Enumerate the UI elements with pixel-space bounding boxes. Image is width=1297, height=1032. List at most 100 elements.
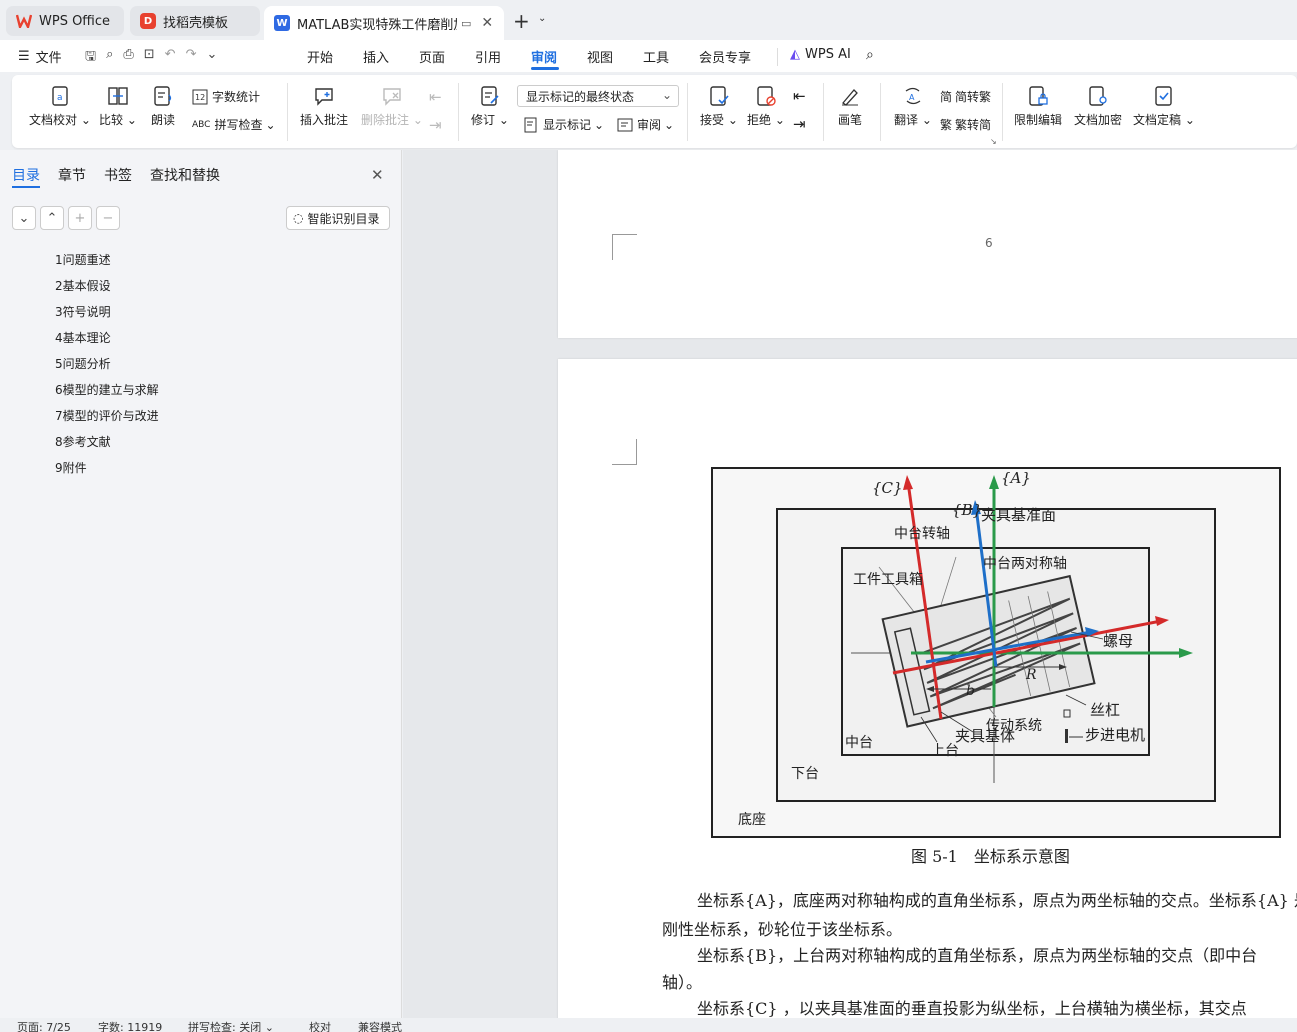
file-menu[interactable]: ☰ 文件 <box>18 47 62 66</box>
prev-comment-icon[interactable]: ⇤ <box>429 88 442 106</box>
undo-icon[interactable]: ↶ <box>165 47 176 69</box>
close-icon[interactable]: ✕ <box>371 166 384 184</box>
encrypt-button[interactable]: 文档加密 <box>1074 85 1122 128</box>
close-icon[interactable]: ✕ <box>481 15 493 31</box>
print-preview-icon[interactable]: ⊡ <box>144 47 155 69</box>
toc-item[interactable]: 7模型的评价与改进 <box>55 407 159 424</box>
reject-label: 拒绝 <box>747 113 772 127</box>
remove-heading-button[interactable]: − <box>96 206 120 230</box>
to-traditional-label: 简转繁 <box>955 90 992 104</box>
word-count-label: 字数统计 <box>212 90 261 104</box>
menu-tools[interactable]: 工具 <box>643 47 669 66</box>
label-frame-a: {A} <box>1001 469 1031 487</box>
body-paragraph-line: 刚性坐标系，砂轮位于该坐标系。 <box>662 920 903 939</box>
toc-item[interactable]: 3符号说明 <box>55 303 111 320</box>
toc-item[interactable]: 9附件 <box>55 459 87 476</box>
restrict-edit-button[interactable]: 限制编辑 <box>1014 85 1062 128</box>
search-icon[interactable]: ⌕ <box>866 47 874 63</box>
tab-find-replace[interactable]: 查找和替换 <box>150 165 220 185</box>
tab-toc[interactable]: 目录 <box>12 165 40 185</box>
spell-check-button[interactable]: ABC 拼写检查 ⌄ <box>192 116 276 133</box>
to-simplified-button[interactable]: 繁 繁转简 <box>940 116 991 133</box>
format-painter-icon[interactable]: ⌕ <box>106 47 113 69</box>
prev-change-icon[interactable]: ⇤ <box>793 87 806 105</box>
encrypt-icon <box>1089 86 1107 106</box>
expand-up-button[interactable]: ⌃ <box>40 206 64 230</box>
label-b: b <box>966 683 975 699</box>
label-lower: 下台 <box>791 766 819 782</box>
word-count-indicator[interactable]: 字数: 11919 <box>98 1019 162 1032</box>
toc-item[interactable]: 5问题分析 <box>55 355 111 372</box>
accept-button[interactable]: 接受 ⌄ <box>700 85 738 128</box>
tab-bookmarks[interactable]: 书签 <box>104 165 132 185</box>
translate-button[interactable]: A 翻译 ⌄ <box>894 85 932 128</box>
ribbon-divider <box>287 83 288 141</box>
pen-button[interactable]: 画笔 <box>838 85 862 128</box>
toc-item[interactable]: 2基本假设 <box>55 277 111 294</box>
add-heading-button[interactable]: + <box>68 206 92 230</box>
chevron-up-icon: ⌃ <box>46 210 58 226</box>
chevron-down-icon[interactable]: ⌄ <box>538 13 546 24</box>
to-traditional-button[interactable]: 简 简转繁 <box>940 88 991 105</box>
tab-docer[interactable]: D 找稻壳模板 <box>130 6 260 36</box>
toc-item[interactable]: 4基本理论 <box>55 329 111 346</box>
delete-comment-button[interactable]: 删除批注 ⌄ <box>361 85 423 128</box>
wps-ai-button[interactable]: ◭ WPS AI <box>790 47 851 62</box>
next-comment-icon[interactable]: ⇥ <box>429 116 442 134</box>
accept-icon <box>710 86 729 106</box>
monitor-icon[interactable]: ▭ <box>461 17 471 30</box>
simplified-icon: 简 <box>940 90 953 104</box>
tab-wps-office[interactable]: WPS Office <box>6 6 124 36</box>
finalize-button[interactable]: 文档定稿 ⌄ <box>1133 85 1195 128</box>
next-change-icon[interactable]: ⇥ <box>793 115 806 133</box>
collapse-all-button[interactable]: ⌄ <box>12 206 36 230</box>
menu-reference[interactable]: 引用 <box>475 47 501 66</box>
delete-comment-label: 删除批注 <box>361 113 410 127</box>
compare-label: 比较 <box>99 113 124 127</box>
show-markup-button[interactable]: 显示标记 ⌄ <box>523 116 604 133</box>
status-bar: 页面: 7/25 字数: 11919 拼写检查: 关闭 ⌄ 校对 兼容模式 <box>0 1018 1297 1032</box>
proofread-indicator[interactable]: 校对 <box>309 1019 331 1032</box>
word-count-button[interactable]: 12 字数统计 <box>192 88 260 105</box>
redo-icon[interactable]: ↷ <box>186 47 197 69</box>
page-indicator[interactable]: 页面: 7/25 <box>17 1019 71 1032</box>
doc-check-button[interactable]: a 文档校对 ⌄ <box>29 85 91 128</box>
read-aloud-button[interactable]: 朗读 <box>151 85 175 128</box>
compare-button[interactable]: 比较 ⌄ <box>99 85 137 128</box>
insert-comment-button[interactable]: 插入批注 <box>300 85 348 128</box>
tab-document[interactable]: W MATLAB实现特殊工件磨削加工 ▭ ✕ <box>264 6 504 40</box>
minus-icon: − <box>102 210 114 226</box>
menu-page[interactable]: 页面 <box>419 47 445 66</box>
label-fixture-plane: 夹具基准面 <box>981 506 1057 524</box>
toc-item[interactable]: 8参考文献 <box>55 433 111 450</box>
menu-vip[interactable]: 会员专享 <box>699 47 751 66</box>
ribbon-divider <box>687 83 688 141</box>
ribbon-divider <box>823 83 824 141</box>
delete-comment-icon <box>383 88 401 106</box>
menu-review[interactable]: 审阅 <box>531 47 557 66</box>
markup-state-select[interactable]: 显示标记的最终状态 ⌄ <box>517 85 679 107</box>
reject-button[interactable]: 拒绝 ⌄ <box>747 85 785 128</box>
chevron-down-icon[interactable]: ⌄ <box>206 47 217 69</box>
tab-label: MATLAB实现特殊工件磨削加工 <box>297 17 457 33</box>
menu-view[interactable]: 视图 <box>587 47 613 66</box>
document-canvas[interactable]: 6 {C} {A} {B} 夹具基准面 中台转轴 中台两对称轴 工件工具箱 螺母… <box>403 150 1297 1018</box>
new-tab-icon[interactable]: + <box>513 9 530 33</box>
menu-start[interactable]: 开始 <box>307 47 333 66</box>
active-menu-indicator <box>531 67 559 70</box>
page-number: 6 <box>985 236 993 250</box>
smart-toc-button[interactable]: ◌ 智能识别目录 <box>286 206 390 230</box>
save-icon[interactable]: 🖫 <box>85 47 96 69</box>
spell-check-indicator[interactable]: 拼写检查: 关闭 ⌄ <box>188 1019 274 1032</box>
track-changes-button[interactable]: 修订 ⌄ <box>471 85 509 128</box>
menu-insert[interactable]: 插入 <box>363 47 389 66</box>
tab-chapters[interactable]: 章节 <box>58 165 86 185</box>
translate-label: 翻译 <box>894 113 919 127</box>
toc-item[interactable]: 1问题重述 <box>55 251 111 268</box>
ribbon-divider <box>880 83 881 141</box>
toc-item[interactable]: 6模型的建立与求解 <box>55 381 159 398</box>
expand-group-icon[interactable]: ↘ <box>990 137 997 146</box>
review-pane-button[interactable]: 审阅 ⌄ <box>617 116 674 133</box>
word-count-icon: 12 <box>192 89 208 104</box>
print-icon[interactable]: ⎙ <box>123 47 133 69</box>
